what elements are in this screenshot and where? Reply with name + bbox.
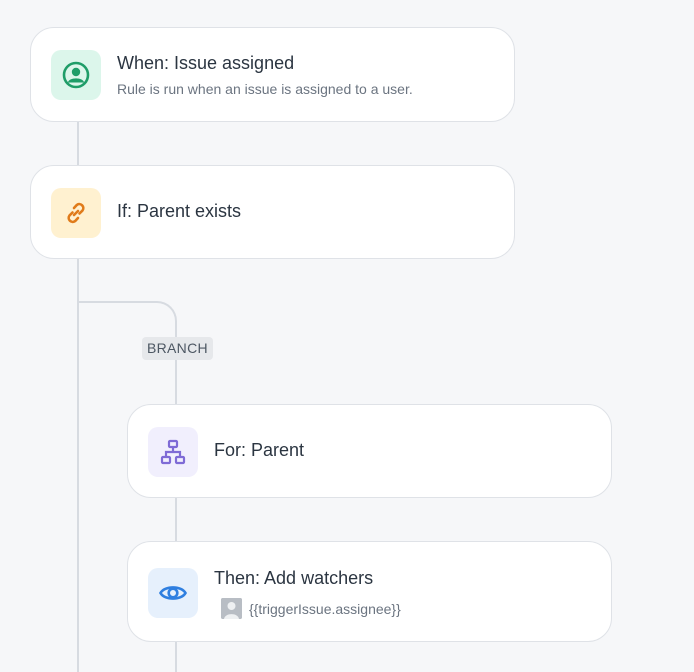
connector-branch-down-1: [175, 360, 177, 406]
connector-branch-down-3: [175, 640, 177, 672]
action-icon-box: [148, 568, 198, 618]
assignee-avatar: [221, 598, 242, 619]
trigger-icon-box: [51, 50, 101, 100]
condition-icon-box: [51, 188, 101, 238]
connector-branch-curve: [78, 301, 177, 341]
trigger-card[interactable]: When: Issue assigned Rule is run when an…: [30, 27, 515, 122]
eye-icon: [159, 586, 187, 600]
link-icon: [67, 202, 85, 224]
user-silhouette-icon: [221, 598, 242, 619]
action-card[interactable]: Then: Add watchers {{triggerIssue.assign…: [127, 541, 612, 642]
branch-rule-title: For: Parent: [214, 440, 305, 460]
condition-title: If: Parent exists: [117, 201, 242, 221]
trigger-subtitle: Rule is run when an issue is assigned to…: [117, 81, 413, 97]
branch-rule-card[interactable]: For: Parent: [127, 404, 612, 498]
branch-badge: BRANCH: [142, 337, 213, 360]
action-title: Then: Add watchers: [214, 568, 374, 588]
connector-branch-down-2: [175, 496, 177, 542]
hierarchy-icon: [160, 439, 186, 465]
user-circle-icon: [62, 61, 90, 89]
branch-rule-icon-box: [148, 427, 198, 477]
trigger-title: When: Issue assigned: [117, 53, 295, 73]
condition-card[interactable]: If: Parent exists: [30, 165, 515, 259]
watcher-value: {{triggerIssue.assignee}}: [249, 601, 401, 617]
